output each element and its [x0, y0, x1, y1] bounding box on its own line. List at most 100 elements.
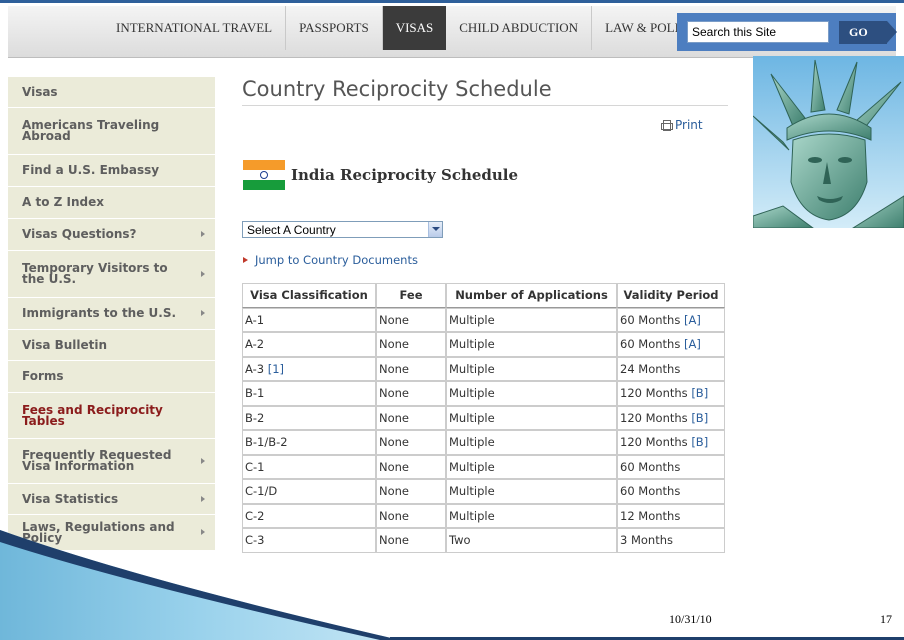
- cell-visa-classification: C-1: [242, 454, 376, 479]
- cell-validity-period: 60 Months: [617, 454, 725, 479]
- sidebar-item-visas[interactable]: Visas: [8, 77, 215, 108]
- header-visa-classification: Visa Classification: [242, 283, 376, 308]
- nav-item-visas[interactable]: VISAS: [382, 6, 447, 50]
- footnote-link[interactable]: [1]: [268, 362, 284, 376]
- footnote-link[interactable]: [B]: [691, 435, 708, 449]
- page-title: Country Reciprocity Schedule: [242, 77, 552, 101]
- chevron-right-icon: [201, 270, 205, 277]
- cell-number-of-applications: Multiple: [446, 307, 617, 332]
- top-accent-line: [0, 0, 904, 3]
- sidebar-item-find-a-u-s-embassy[interactable]: Find a U.S. Embassy: [8, 155, 215, 187]
- cell-fee: None: [376, 332, 446, 357]
- jump-link-label: Jump to Country Documents: [255, 253, 418, 267]
- sidebar-item-fees-and-reciprocity-tables[interactable]: Fees and Reciprocity Tables: [8, 393, 215, 439]
- slide-date: 10/31/10: [669, 612, 712, 626]
- nav-item-passports[interactable]: PASSPORTS: [286, 6, 383, 50]
- cell-validity-period: 24 Months: [617, 356, 725, 381]
- country-schedule-heading: India Reciprocity Schedule: [291, 166, 519, 184]
- header-validity-period: Validity Period: [617, 283, 725, 308]
- search-area: GO: [677, 13, 897, 51]
- sidebar-item-label: Visas Questions?: [22, 227, 137, 241]
- nav-item-child-abduction[interactable]: CHILD ABDUCTION: [446, 6, 593, 50]
- footnote-link[interactable]: [A]: [684, 313, 701, 327]
- cell-visa-classification: B-1/B-2: [242, 430, 376, 455]
- top-navigation-bar: INTERNATIONAL TRAVEL PASSPORTS VISAS CHILD …: [8, 6, 897, 58]
- nav-menu: INTERNATIONAL TRAVEL PASSPORTS VISAS CHILD …: [108, 6, 710, 50]
- country-select-dropdown[interactable]: Select A Country: [242, 221, 443, 238]
- sidebar-item-visas-questions[interactable]: Visas Questions?: [8, 219, 215, 251]
- chevron-right-icon: [201, 495, 205, 502]
- cell-number-of-applications: Multiple: [446, 479, 617, 504]
- sidebar-item-label: Fees and Reciprocity Tables: [22, 402, 163, 428]
- table-row: B-2 None Multiple 120 Months [B]: [242, 405, 725, 430]
- table-header-row: Visa Classification Fee Number of Applic…: [242, 283, 725, 308]
- country-select-value: Select A Country: [247, 223, 336, 237]
- table-row: C-1 None Multiple 60 Months: [242, 454, 725, 479]
- sidebar-navigation: Visas Americans Traveling Abroad Find a U.S…: [8, 77, 215, 551]
- cell-fee: None: [376, 307, 446, 332]
- cell-visa-classification: C-1/D: [242, 479, 376, 504]
- sidebar-item-forms[interactable]: Forms: [8, 361, 215, 393]
- print-label: Print: [675, 118, 703, 132]
- footnote-link[interactable]: [B]: [691, 411, 708, 425]
- cell-validity-period: 60 Months [A]: [617, 332, 725, 357]
- cell-number-of-applications: Multiple: [446, 405, 617, 430]
- sidebar-item-label: Immigrants to the U.S.: [22, 306, 177, 320]
- cell-visa-classification: A-2: [242, 332, 376, 357]
- sidebar-item-label: Temporary Visitors to the U.S.: [22, 261, 168, 286]
- header-number-of-applications: Number of Applications: [446, 283, 617, 308]
- title-divider: [242, 105, 728, 106]
- cell-validity-period: 60 Months [A]: [617, 307, 725, 332]
- cell-number-of-applications: Multiple: [446, 454, 617, 479]
- chevron-right-icon: [201, 457, 205, 464]
- cell-validity-period: 120 Months [B]: [617, 430, 725, 455]
- cell-validity-period: 60 Months: [617, 479, 725, 504]
- cell-visa-classification: A-3 [1]: [242, 356, 376, 381]
- search-go-button[interactable]: GO: [839, 21, 897, 44]
- sidebar-item-a-to-z-index[interactable]: A to Z Index: [8, 187, 215, 219]
- cell-visa-classification: A-1: [242, 307, 376, 332]
- print-link[interactable]: Print: [661, 118, 703, 132]
- search-input[interactable]: [687, 21, 829, 43]
- table-row: C-1/D None Multiple 60 Months: [242, 479, 725, 504]
- sidebar-item-label: A to Z Index: [22, 195, 104, 209]
- sidebar-item-immigrants-to-the-u-s[interactable]: Immigrants to the U.S.: [8, 298, 215, 330]
- footnote-link[interactable]: [B]: [691, 386, 708, 400]
- sidebar-item-label: Visas: [22, 84, 58, 99]
- sidebar-item-visa-bulletin[interactable]: Visa Bulletin: [8, 330, 215, 361]
- sidebar-item-label: Frequently Requested Visa Information: [22, 448, 172, 473]
- table-body: A-1 None Multiple 60 Months [A] A-2 None Multi…: [242, 307, 725, 553]
- table-row: A-1 None Multiple 60 Months [A]: [242, 307, 725, 332]
- table-row: B-1 None Multiple 120 Months [B]: [242, 381, 725, 406]
- sidebar-item-visa-statistics[interactable]: Visa Statistics: [8, 484, 215, 515]
- printer-icon: [661, 120, 673, 131]
- cell-validity-period: 120 Months [B]: [617, 381, 725, 406]
- sidebar-item-temporary-visitors-to-the-u-s[interactable]: Temporary Visitors to the U.S.: [8, 251, 215, 298]
- sidebar-item-frequently-requested-visa-information[interactable]: Frequently Requested Visa Information: [8, 439, 215, 484]
- table-row: A-2 None Multiple 60 Months [A]: [242, 332, 725, 357]
- cell-visa-classification: B-2: [242, 405, 376, 430]
- cell-fee: None: [376, 405, 446, 430]
- sidebar-item-americans-traveling-abroad[interactable]: Americans Traveling Abroad: [8, 108, 215, 155]
- chevron-right-icon: [201, 310, 205, 316]
- sidebar-item-label: Forms: [22, 369, 64, 383]
- statue-of-liberty-image: [753, 56, 904, 228]
- reciprocity-table: Visa Classification Fee Number of Applic…: [242, 283, 725, 553]
- sidebar-item-label: Americans Traveling Abroad: [22, 118, 160, 143]
- cell-number-of-applications: Multiple: [446, 430, 617, 455]
- cell-number-of-applications: Multiple: [446, 356, 617, 381]
- chevron-right-icon: [201, 231, 205, 237]
- cell-validity-period: 120 Months [B]: [617, 405, 725, 430]
- jump-to-country-documents-link[interactable]: Jump to Country Documents: [243, 253, 418, 267]
- chevron-down-icon[interactable]: [428, 222, 442, 237]
- header-fee: Fee: [376, 283, 446, 308]
- footnote-link[interactable]: [A]: [684, 337, 701, 351]
- table-row: A-3 [1] None Multiple 24 Months: [242, 356, 725, 381]
- cell-fee: None: [376, 430, 446, 455]
- cell-visa-classification: B-1: [242, 381, 376, 406]
- nav-item-international-travel[interactable]: INTERNATIONAL TRAVEL: [108, 6, 287, 50]
- slide-swoosh-decoration: [0, 530, 904, 640]
- india-flag-icon: [243, 160, 285, 190]
- cell-fee: None: [376, 454, 446, 479]
- slide-page-number: 17: [880, 612, 892, 626]
